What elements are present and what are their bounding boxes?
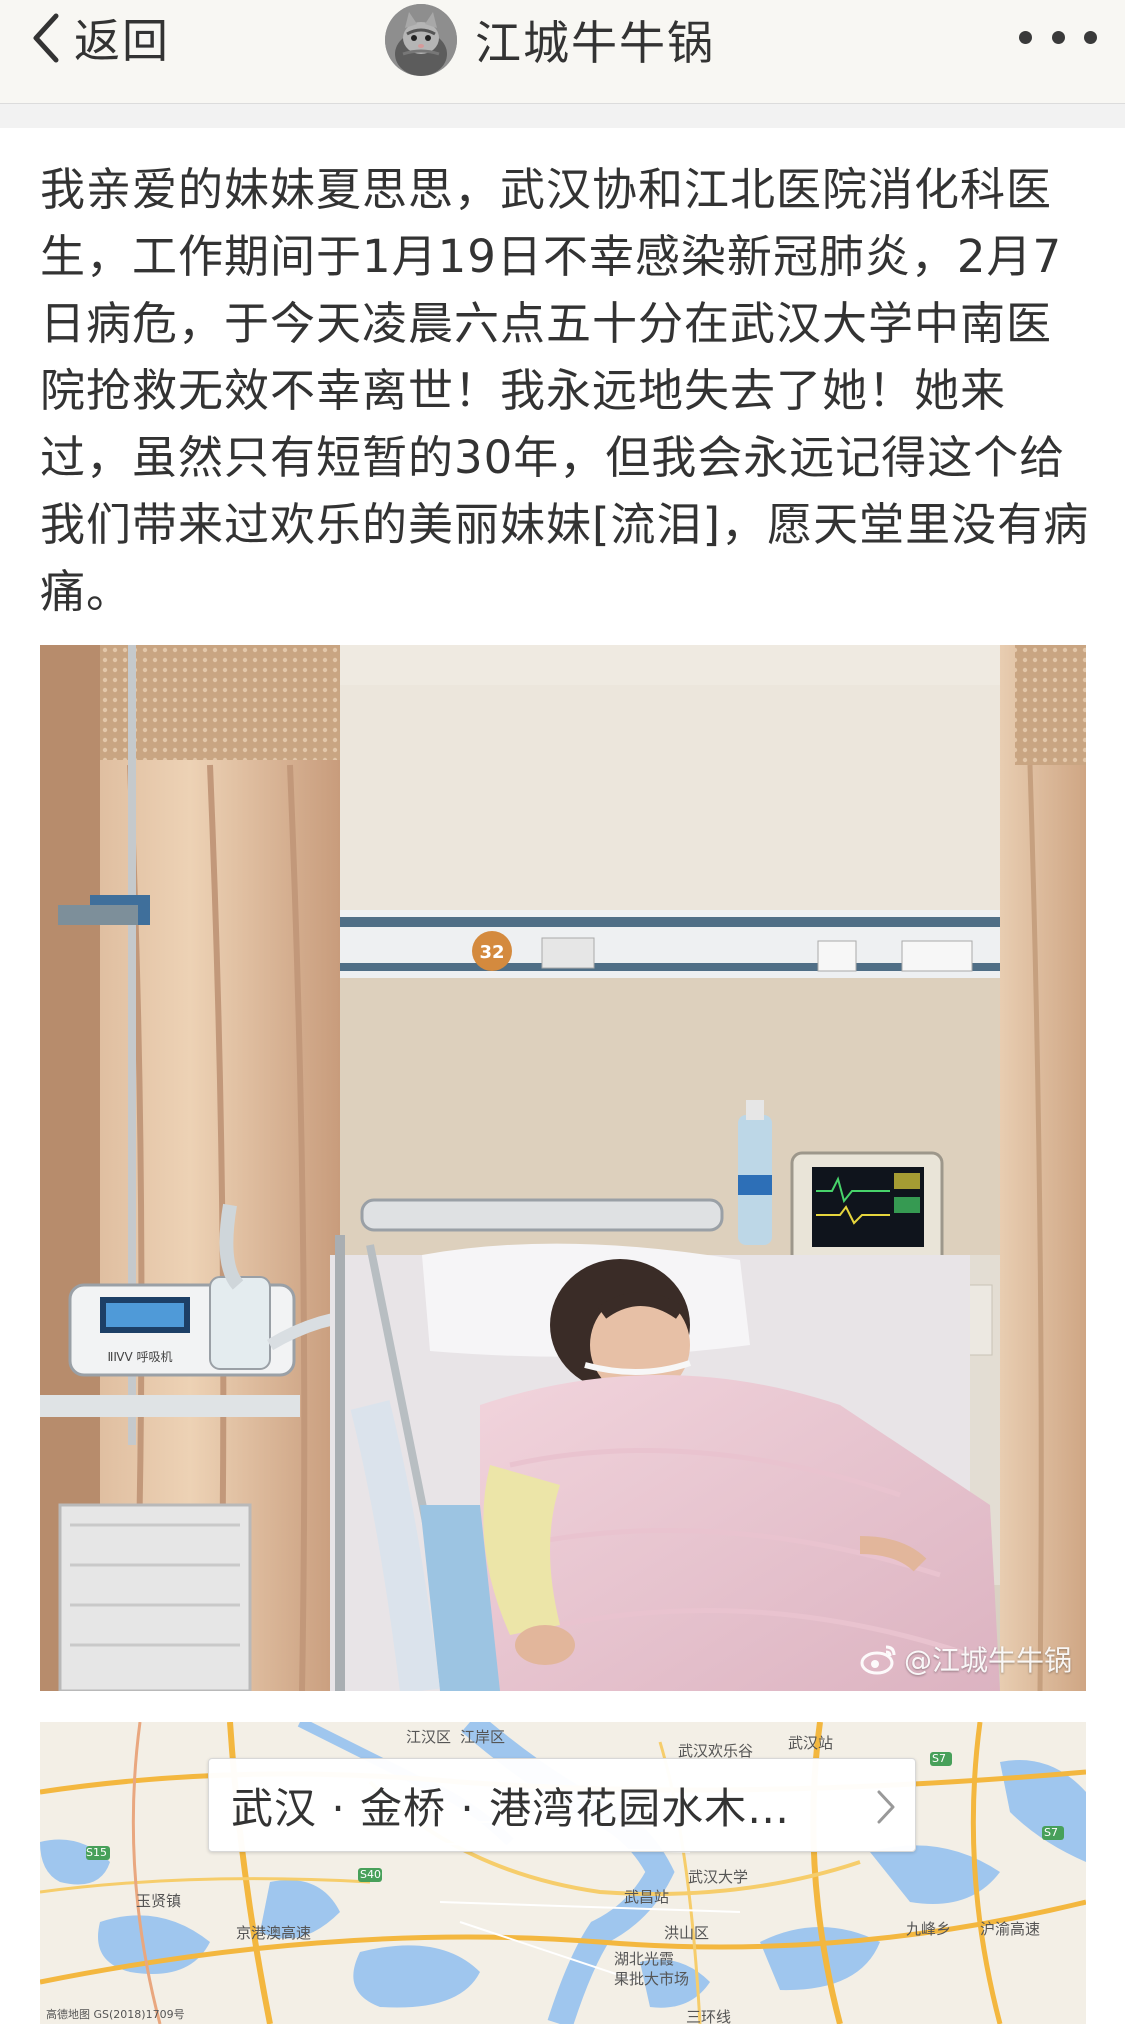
road-badge: S7 xyxy=(932,1752,946,1765)
post-text-line: 痛。 xyxy=(40,565,133,618)
location-map-card[interactable]: 江汉区 江岸区 武汉欢乐谷 武汉站 武汉大学 武昌站 洪山区 湖北光霞 果批大市… xyxy=(40,1722,1086,2024)
top-navigation-bar: 返回 江城牛牛锅 xyxy=(0,0,1125,104)
map-label: 玉贤镇 xyxy=(136,1892,182,1910)
page-title: 江城牛牛锅 xyxy=(475,16,715,70)
map-label: 江汉区 xyxy=(406,1728,452,1746)
location-label-box[interactable]: 武汉 · 金桥 · 港湾花园水木… xyxy=(208,1758,916,1852)
map-label: 武昌站 xyxy=(624,1888,670,1906)
header-separator xyxy=(0,104,1125,128)
more-dot-icon xyxy=(1019,30,1032,44)
image-watermark: @江城牛牛锅 xyxy=(860,1639,1072,1679)
back-label: 返回 xyxy=(74,14,170,68)
ventilator-label: ⅡⅣⅤ 呼吸机 xyxy=(107,1350,172,1364)
map-label: 沪渝高速 xyxy=(980,1920,1041,1938)
map-label: 湖北光霞 xyxy=(614,1950,675,1968)
post-photo[interactable]: 32 ⅡⅣⅤ 呼吸机 @江城牛牛锅 xyxy=(40,645,1086,1691)
post-text-line: 院抢救无效不幸离世！我永远地失去了她！她来 xyxy=(40,364,1007,417)
more-dot-icon xyxy=(1084,30,1097,44)
map-label: 武汉大学 xyxy=(688,1868,749,1886)
road-badge: S15 xyxy=(86,1846,107,1859)
road-badge: S7 xyxy=(1044,1826,1058,1839)
map-label: 果批大市场 xyxy=(614,1970,690,1988)
location-text: 武汉 · 金桥 · 港湾花园水木… xyxy=(231,1783,791,1833)
chevron-left-icon xyxy=(33,13,59,63)
post-text-line: 我们带来过欢乐的美丽妹妹[流泪]，愿天堂里没有病 xyxy=(40,498,1090,551)
hospital-room-image: 32 ⅡⅣⅤ 呼吸机 xyxy=(40,645,1086,1691)
post-body: 我亲爱的妹妹夏思思，武汉协和江北医院消化科医 生，工作期间于1月19日不幸感染新… xyxy=(40,156,1090,625)
post-text-line: 生，工作期间于1月19日不幸感染新冠肺炎，2月7 xyxy=(40,230,1063,283)
avatar[interactable] xyxy=(385,4,457,76)
more-dot-icon xyxy=(1051,30,1065,44)
cat-avatar-icon xyxy=(385,4,457,76)
bed-number-label: 32 xyxy=(479,942,504,963)
watermark-text: @江城牛牛锅 xyxy=(903,1644,1072,1677)
map-label: 江岸区 xyxy=(460,1728,506,1746)
map-label: 洪山区 xyxy=(664,1924,710,1942)
back-button[interactable]: 返回 xyxy=(28,8,170,68)
post-text-line: 日病危，于今天凌晨六点五十分在武汉大学中南医 xyxy=(40,297,1053,350)
map-label: 京港澳高速 xyxy=(236,1924,312,1942)
post-text-line: 我亲爱的妹妹夏思思，武汉协和江北医院消化科医 xyxy=(40,163,1053,216)
road-badge: S40 xyxy=(360,1868,381,1881)
map-label: 九峰乡 xyxy=(906,1920,952,1938)
weibo-logo-icon xyxy=(860,1645,896,1675)
map-label: 武汉站 xyxy=(788,1734,834,1752)
account-header[interactable]: 江城牛牛锅 xyxy=(385,4,715,76)
map-label: 三环线 xyxy=(686,2008,732,2024)
map-attribution: 高德地图 GS(2018)1709号 xyxy=(46,2008,185,2021)
more-options-button[interactable] xyxy=(1019,22,1097,52)
post-text-line: 过，虽然只有短暂的30年，但我会永远记得这个给 xyxy=(40,431,1066,484)
chevron-right-icon xyxy=(877,1790,895,1824)
